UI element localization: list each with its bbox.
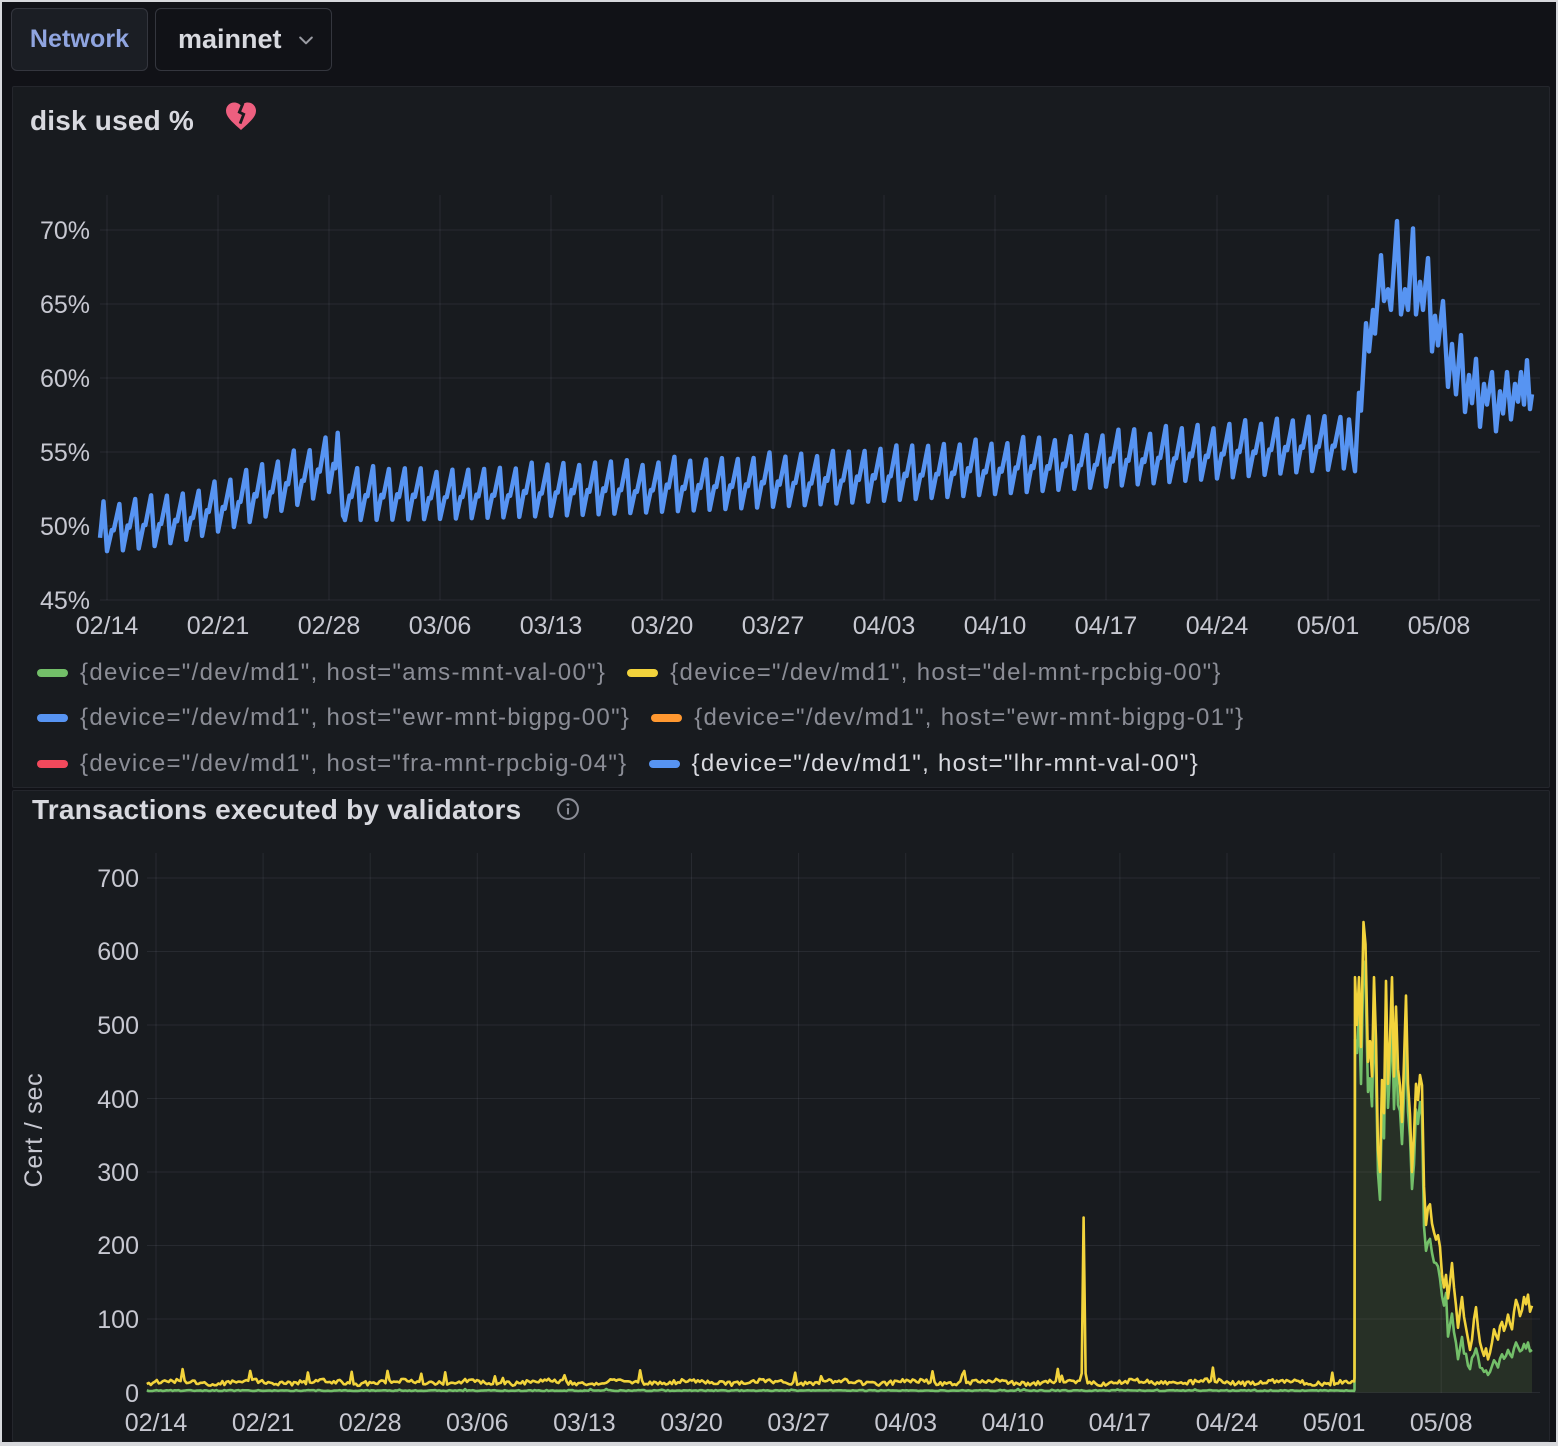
svg-text:04/24: 04/24 [1196,1409,1259,1437]
svg-text:04/17: 04/17 [1089,1409,1152,1437]
svg-text:04/03: 04/03 [874,1409,937,1437]
svg-text:05/08: 05/08 [1410,1409,1473,1437]
svg-text:100: 100 [97,1306,139,1334]
svg-text:700: 700 [97,865,139,893]
svg-text:Cert / sec: Cert / sec [20,1073,48,1188]
svg-text:03/06: 03/06 [446,1409,509,1437]
svg-text:05/01: 05/01 [1303,1409,1366,1437]
svg-text:02/21: 02/21 [232,1409,295,1437]
svg-text:03/27: 03/27 [767,1409,830,1437]
svg-text:04/10: 04/10 [982,1409,1045,1437]
svg-text:400: 400 [97,1086,139,1114]
svg-text:02/28: 02/28 [339,1409,402,1437]
svg-text:600: 600 [97,938,139,966]
svg-text:03/13: 03/13 [553,1409,616,1437]
svg-text:03/20: 03/20 [660,1409,723,1437]
svg-text:02/14: 02/14 [125,1409,188,1437]
svg-text:300: 300 [97,1159,139,1187]
svg-text:0: 0 [125,1380,139,1408]
svg-text:200: 200 [97,1232,139,1260]
svg-text:500: 500 [97,1012,139,1040]
